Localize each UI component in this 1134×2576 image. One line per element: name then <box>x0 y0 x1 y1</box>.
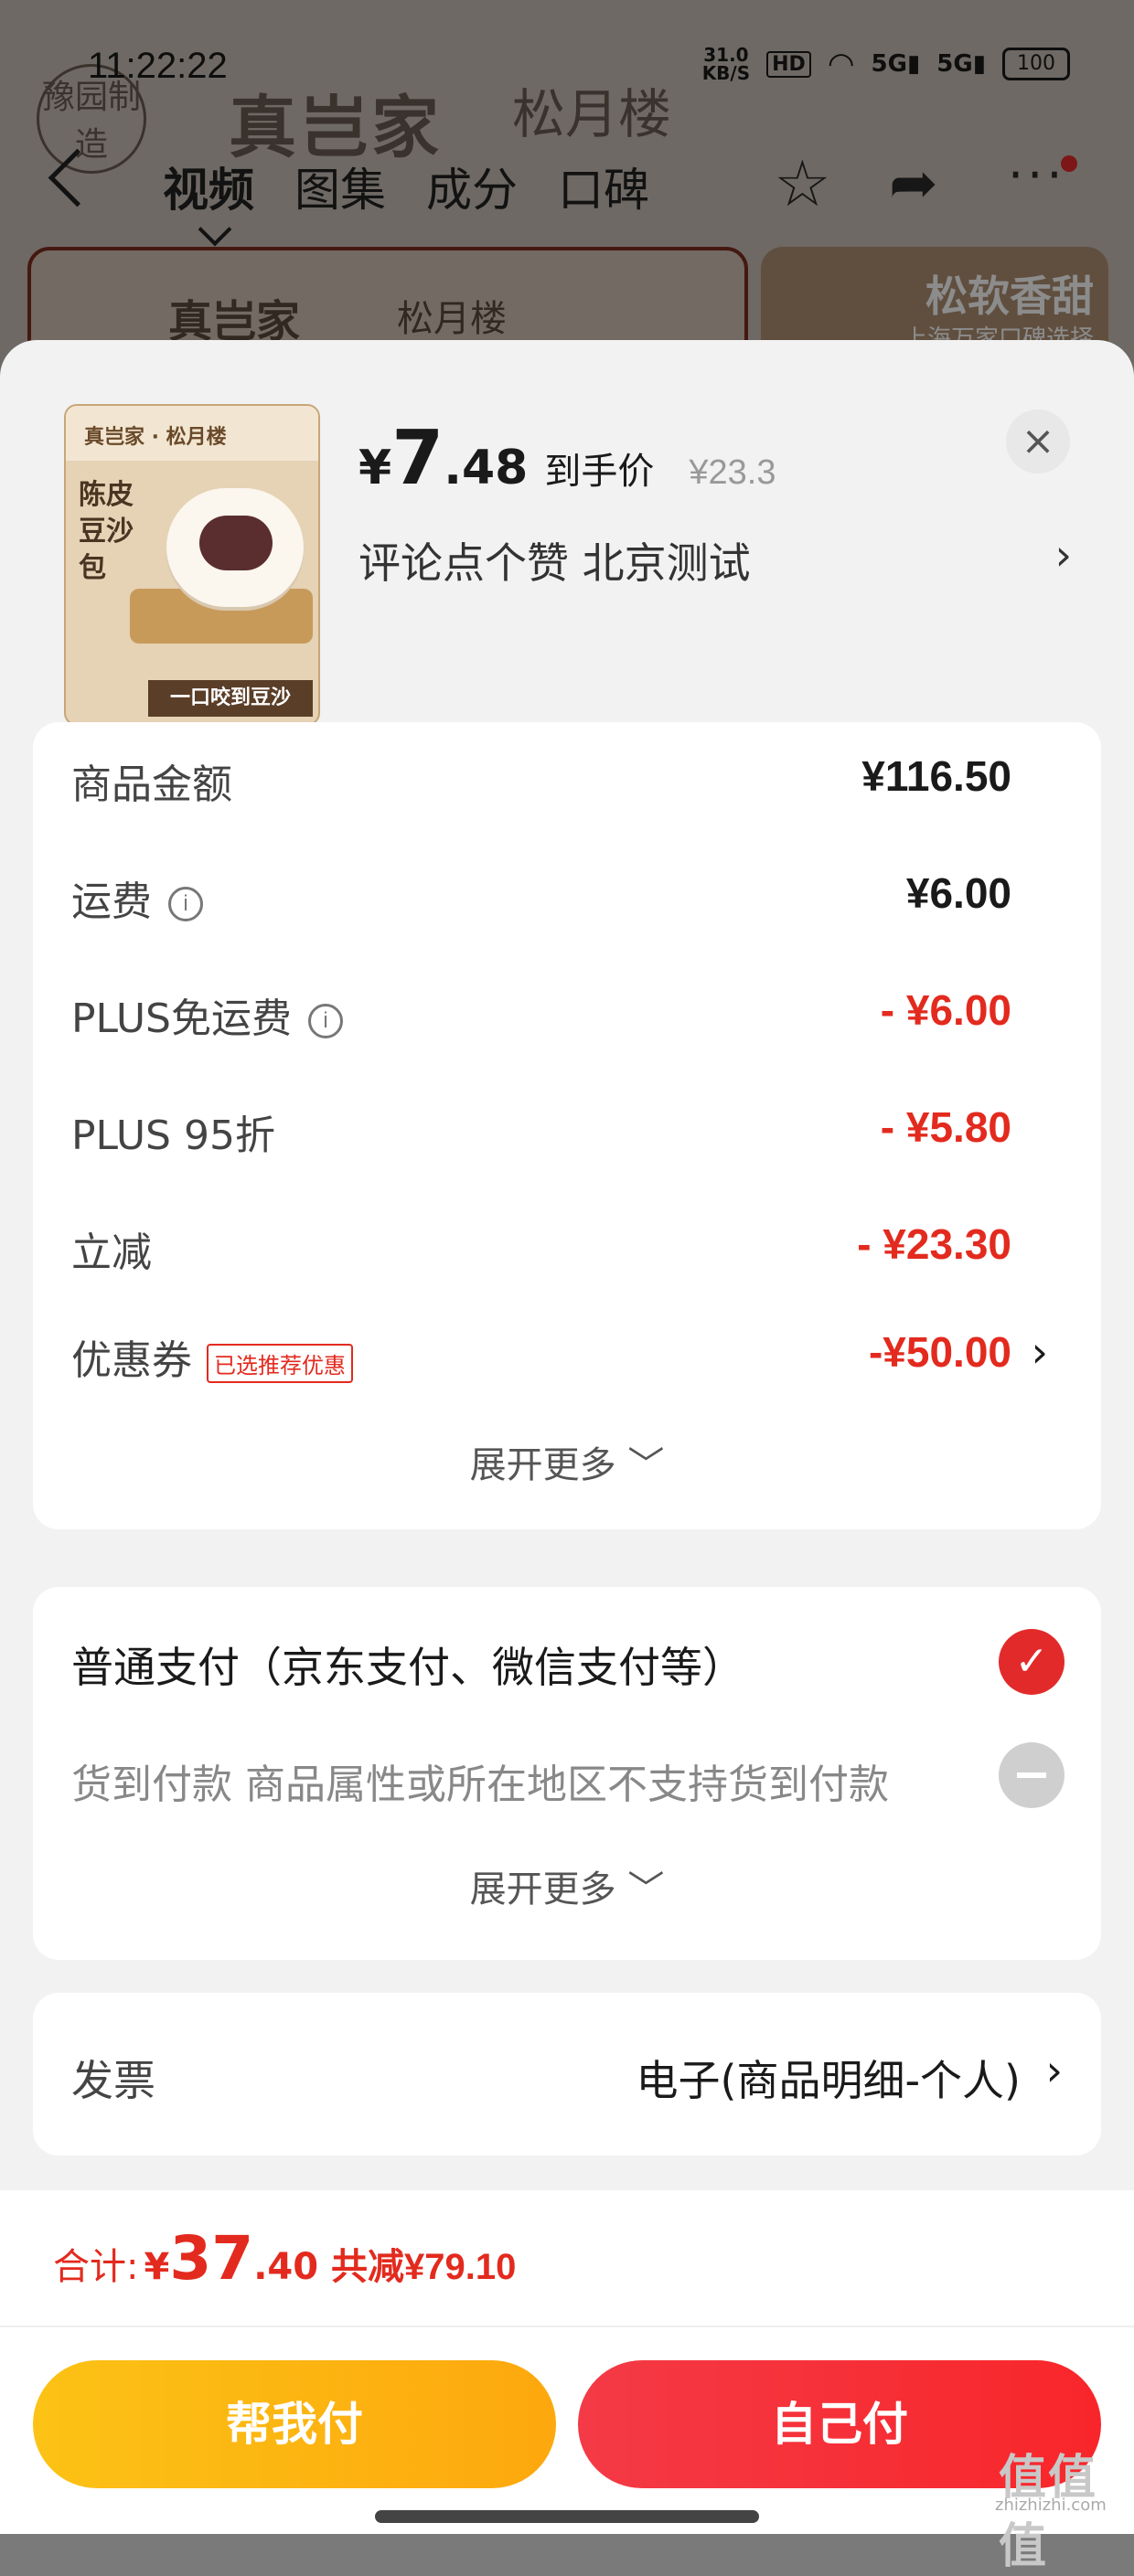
row-label: 商品金额 <box>71 761 232 808</box>
saved-value: ¥79.10 <box>404 2247 517 2287</box>
spec-selector[interactable]: 评论点个赞 北京测试 › <box>358 530 1072 591</box>
payment-option-label: 普通支付（京东支付、微信支付等） <box>71 1643 744 1692</box>
payment-option-label: 货到付款 商品属性或所在地区不支持货到付款 <box>71 1762 889 1808</box>
coupon-value: -¥50.00 <box>868 1328 1011 1376</box>
product-thumbnail: 真岂家 · 松月楼 陈皮豆沙包 一口咬到豆沙 <box>64 404 320 726</box>
thumb-slogan: 一口咬到豆沙 <box>148 680 313 717</box>
info-icon[interactable]: i <box>308 1004 343 1038</box>
row-value: - ¥6.00 <box>880 986 1011 1034</box>
row-value: - ¥5.80 <box>880 1103 1011 1151</box>
bun-shape <box>166 488 304 607</box>
original-price: ¥23.3 <box>689 453 776 492</box>
total-integer: 37 <box>169 2223 254 2294</box>
thumb-product-name: 陈皮豆沙包 <box>79 479 134 584</box>
chevron-right-icon: › <box>1031 1327 1048 1377</box>
chevron-right-icon: › <box>1045 2046 1063 2095</box>
coupon-badge: 已选推荐优惠 <box>207 1343 353 1383</box>
row-shipping: 运费 i ¥6.00 <box>71 868 1011 925</box>
price-symbol: ¥ <box>358 441 392 495</box>
spec-text: 评论点个赞 北京测试 <box>358 538 751 588</box>
chevron-right-icon: › <box>1054 530 1072 580</box>
price-row: ¥ 7 .48 到手价 ¥23.3 <box>358 415 776 502</box>
background-page: 豫园制造 真岂家 松月楼 11:22:22 31.0 KB/S HD ◠ 5G▮… <box>0 0 1134 384</box>
cost-breakdown-card: 商品金额 ¥116.50 运费 i ¥6.00 PLUS免运费 i - ¥6.00 … <box>33 722 1101 1529</box>
row-value: ¥6.00 <box>905 869 1011 917</box>
close-icon[interactable]: × <box>1006 410 1070 474</box>
divider <box>0 2326 1134 2327</box>
thumb-brand: 真岂家 · 松月楼 <box>66 406 318 461</box>
row-label: 运费 <box>71 878 152 925</box>
invoice-value: 电子(商品明细-个人) <box>636 2056 1022 2105</box>
dim-overlay[interactable] <box>0 0 1134 384</box>
row-instant-discount: 立减 - ¥23.30 <box>71 1219 1011 1276</box>
payment-option-normal[interactable]: 普通支付（京东支付、微信支付等） ✓ <box>71 1629 1064 1695</box>
row-label: 优惠券 <box>71 1337 192 1384</box>
row-label: 立减 <box>71 1229 152 1276</box>
help-me-pay-button[interactable]: 帮我付 <box>33 2360 556 2488</box>
row-coupon[interactable]: 优惠券 已选推荐优惠 -¥50.00 › <box>71 1327 1048 1384</box>
disabled-icon <box>999 1742 1064 1808</box>
saved-label: 共减 <box>331 2246 405 2288</box>
price-decimal: .48 <box>444 441 529 495</box>
invoice-label: 发票 <box>71 2056 155 2105</box>
payment-option-cod: 货到付款 商品属性或所在地区不支持货到付款 <box>71 1742 1064 1810</box>
row-plus-free-shipping: PLUS免运费 i - ¥6.00 <box>71 985 1011 1042</box>
home-indicator[interactable] <box>375 2510 759 2523</box>
checkout-footer: 合计: ¥ 37 .40 共减 ¥79.10 帮我付 自己付 <box>0 2190 1134 2534</box>
row-plus-discount: PLUS 95折 - ¥5.80 <box>71 1102 1011 1159</box>
expand-more-button[interactable]: 展开更多 ﹀ <box>33 1435 1101 1488</box>
total-label: 合计: <box>53 2246 139 2288</box>
total-row: 合计: ¥ 37 .40 共减 ¥79.10 <box>53 2223 516 2294</box>
price-label: 到手价 <box>544 451 655 493</box>
row-value: - ¥23.30 <box>857 1220 1011 1268</box>
row-goods-amount: 商品金额 ¥116.50 <box>71 751 1011 808</box>
price-integer: 7 <box>391 415 444 502</box>
watermark-site: zhizhizhi.com <box>995 2496 1107 2515</box>
total-decimal: .40 <box>253 2246 319 2288</box>
expand-more-button[interactable]: 展开更多 ﹀ <box>33 1859 1101 1912</box>
row-label: PLUS免运费 <box>71 995 292 1042</box>
info-icon[interactable]: i <box>168 887 203 921</box>
row-value: ¥116.50 <box>861 752 1011 800</box>
payment-card: 普通支付（京东支付、微信支付等） ✓ 货到付款 商品属性或所在地区不支持货到付款… <box>33 1587 1101 1960</box>
checkout-sheet: 真岂家 · 松月楼 陈皮豆沙包 一口咬到豆沙 ¥ 7 .48 到手价 ¥23.3… <box>0 340 1134 2534</box>
total-symbol: ¥ <box>144 2246 170 2288</box>
check-icon[interactable]: ✓ <box>999 1629 1064 1695</box>
row-label: PLUS 95折 <box>71 1112 275 1159</box>
invoice-card[interactable]: 发票 电子(商品明细-个人) › <box>33 1993 1101 2156</box>
